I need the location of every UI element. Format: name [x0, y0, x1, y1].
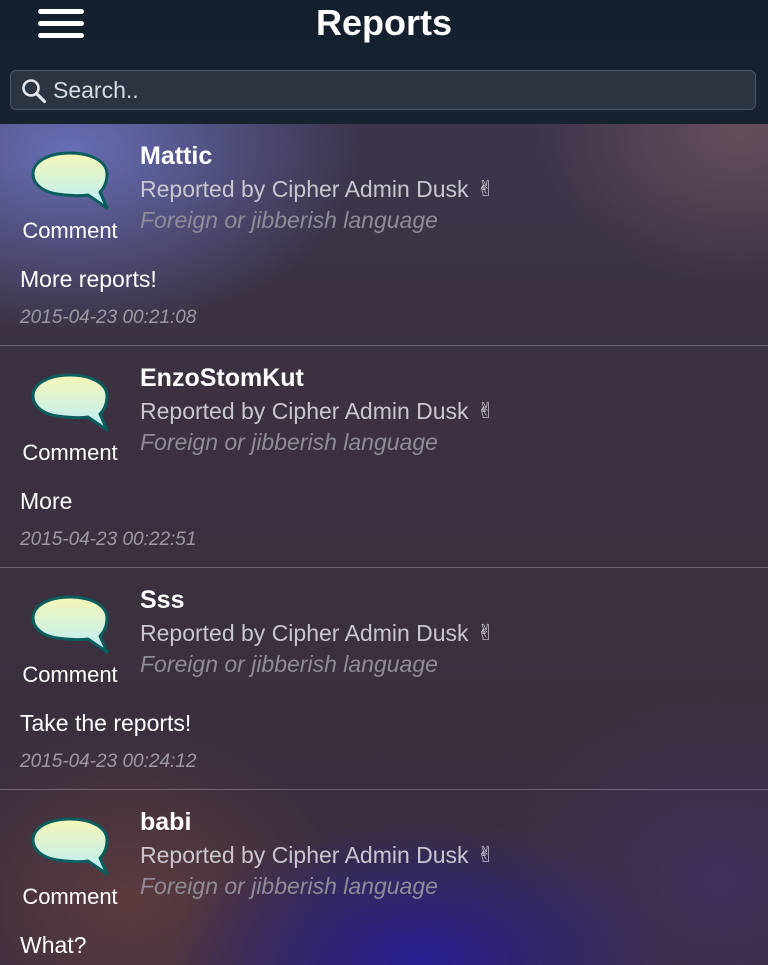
comment-bubble-icon [31, 817, 109, 876]
report-message: More [20, 488, 73, 514]
reported-user-name: babi [140, 808, 192, 836]
reporter-line: Reported by Cipher Admin Dusk ✌ [140, 620, 495, 647]
peace-hand-icon: ✌ [476, 176, 495, 201]
peace-hand-icon: ✌ [476, 620, 495, 645]
report-timestamp: 2015-04-23 00:22:51 [20, 529, 197, 550]
peace-hand-icon: ✌ [476, 398, 495, 423]
reporter-text: Reported by Cipher Admin Dusk [140, 620, 469, 646]
report-reason: Foreign or jibberish language [140, 873, 438, 899]
report-type-label: Comment [22, 662, 118, 687]
page-title: Reports [315, 2, 453, 43]
peace-hand-icon: ✌ [476, 842, 495, 867]
reported-user-name: Mattic [140, 142, 213, 170]
report-type-label: Comment [22, 884, 118, 909]
report-item[interactable]: Comment Sss Reported by Cipher Admin Dus… [0, 568, 768, 790]
search-bar[interactable] [10, 70, 756, 110]
comment-bubble-icon [31, 595, 109, 654]
report-timestamp: 2015-04-23 00:21:08 [20, 307, 197, 328]
reporter-text: Reported by Cipher Admin Dusk [140, 842, 469, 868]
reporter-text: Reported by Cipher Admin Dusk [140, 398, 469, 424]
search-input[interactable] [53, 71, 743, 109]
report-item[interactable]: Comment babi Reported by Cipher Admin Du… [0, 790, 768, 965]
reported-user-name: EnzoStomKut [140, 364, 304, 392]
reporter-line: Reported by Cipher Admin Dusk ✌ [140, 842, 495, 869]
report-item[interactable]: Comment EnzoStomKut Reported by Cipher A… [0, 346, 768, 568]
report-message: More reports! [20, 266, 157, 292]
reporter-line: Reported by Cipher Admin Dusk ✌ [140, 398, 495, 425]
app-header: Reports [0, 0, 768, 124]
report-message: Take the reports! [20, 710, 192, 736]
report-reason: Foreign or jibberish language [140, 651, 438, 677]
report-reason: Foreign or jibberish language [140, 429, 438, 455]
reporter-text: Reported by Cipher Admin Dusk [140, 176, 469, 202]
search-icon [22, 79, 47, 104]
report-message: What? [20, 932, 87, 958]
reported-user-name: Sss [140, 586, 185, 614]
report-timestamp: 2015-04-23 00:24:12 [20, 751, 197, 772]
report-type-label: Comment [22, 218, 118, 243]
report-reason: Foreign or jibberish language [140, 207, 438, 233]
report-type-label: Comment [22, 440, 118, 465]
comment-bubble-icon [31, 373, 109, 432]
comment-bubble-icon [31, 151, 109, 210]
report-item[interactable]: Comment Mattic Reported by Cipher Admin … [0, 124, 768, 346]
reports-list: Comment Mattic Reported by Cipher Admin … [0, 124, 768, 965]
reporter-line: Reported by Cipher Admin Dusk ✌ [140, 176, 495, 203]
